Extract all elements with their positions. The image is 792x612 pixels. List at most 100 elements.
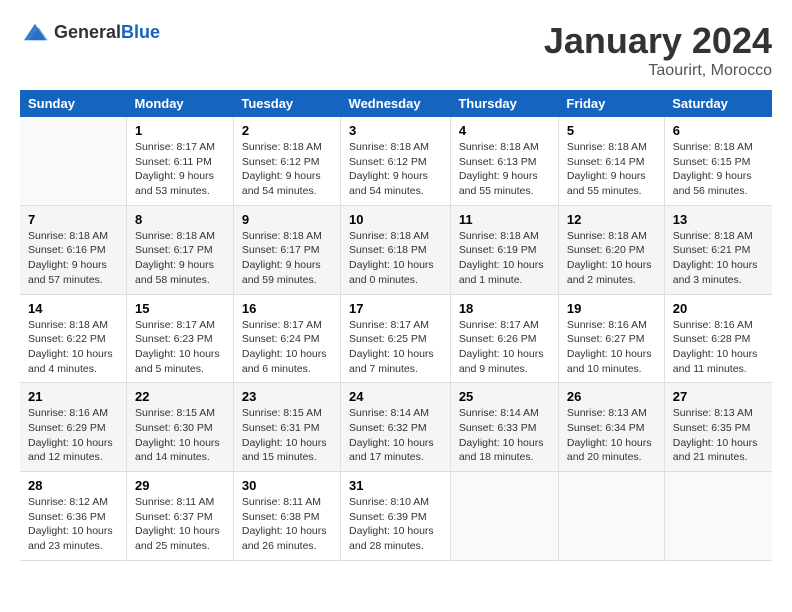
day-info: Sunrise: 8:10 AMSunset: 6:39 PMDaylight:…	[349, 495, 442, 554]
day-info: Sunrise: 8:17 AMSunset: 6:25 PMDaylight:…	[349, 318, 442, 377]
day-cell: 20 Sunrise: 8:16 AMSunset: 6:28 PMDayligh…	[664, 294, 772, 383]
day-number: 19	[567, 301, 656, 316]
day-number: 9	[242, 212, 332, 227]
day-cell: 24 Sunrise: 8:14 AMSunset: 6:32 PMDayligh…	[341, 383, 451, 472]
logo-text: GeneralBlue	[54, 22, 160, 43]
day-number: 7	[28, 212, 118, 227]
day-number: 20	[673, 301, 764, 316]
day-info: Sunrise: 8:14 AMSunset: 6:32 PMDaylight:…	[349, 406, 442, 465]
day-info: Sunrise: 8:11 AMSunset: 6:38 PMDaylight:…	[242, 495, 332, 554]
day-number: 1	[135, 123, 225, 138]
day-cell: 15 Sunrise: 8:17 AMSunset: 6:23 PMDayligh…	[127, 294, 234, 383]
day-info: Sunrise: 8:15 AMSunset: 6:30 PMDaylight:…	[135, 406, 225, 465]
day-number: 3	[349, 123, 442, 138]
column-header-sunday: Sunday	[20, 90, 127, 117]
page-header: GeneralBlue January 2024 Taourirt, Moroc…	[20, 20, 772, 80]
day-info: Sunrise: 8:17 AMSunset: 6:26 PMDaylight:…	[459, 318, 550, 377]
day-number: 16	[242, 301, 332, 316]
day-info: Sunrise: 8:18 AMSunset: 6:12 PMDaylight:…	[242, 140, 332, 199]
week-row-5: 28 Sunrise: 8:12 AMSunset: 6:36 PMDayligh…	[20, 472, 772, 561]
day-number: 5	[567, 123, 656, 138]
day-cell: 6Sunrise: 8:18 AMSunset: 6:15 PMDaylight…	[664, 117, 772, 205]
day-number: 11	[459, 212, 550, 227]
day-cell: 29Sunrise: 8:11 AMSunset: 6:37 PMDayligh…	[127, 472, 234, 561]
day-info: Sunrise: 8:18 AMSunset: 6:15 PMDaylight:…	[673, 140, 764, 199]
day-info: Sunrise: 8:11 AMSunset: 6:37 PMDaylight:…	[135, 495, 225, 554]
column-header-monday: Monday	[127, 90, 234, 117]
week-row-4: 21 Sunrise: 8:16 AMSunset: 6:29 PMDayligh…	[20, 383, 772, 472]
day-info: Sunrise: 8:18 AMSunset: 6:12 PMDaylight:…	[349, 140, 442, 199]
title-area: January 2024 Taourirt, Morocco	[544, 20, 772, 80]
day-info: Sunrise: 8:17 AMSunset: 6:23 PMDaylight:…	[135, 318, 225, 377]
day-number: 30	[242, 478, 332, 493]
day-number: 21	[28, 389, 118, 404]
day-number: 10	[349, 212, 442, 227]
day-number: 25	[459, 389, 550, 404]
day-cell: 14 Sunrise: 8:18 AMSunset: 6:22 PMDayligh…	[20, 294, 127, 383]
day-info: Sunrise: 8:18 AMSunset: 6:16 PMDaylight:…	[28, 229, 118, 288]
day-info: Sunrise: 8:18 AMSunset: 6:13 PMDaylight:…	[459, 140, 550, 199]
day-number: 4	[459, 123, 550, 138]
day-cell	[450, 472, 558, 561]
header-row: SundayMondayTuesdayWednesdayThursdayFrid…	[20, 90, 772, 117]
day-info: Sunrise: 8:18 AMSunset: 6:17 PMDaylight:…	[135, 229, 225, 288]
day-cell	[664, 472, 772, 561]
day-info: Sunrise: 8:18 AMSunset: 6:20 PMDaylight:…	[567, 229, 656, 288]
day-info: Sunrise: 8:15 AMSunset: 6:31 PMDaylight:…	[242, 406, 332, 465]
day-number: 12	[567, 212, 656, 227]
day-cell: 16 Sunrise: 8:17 AMSunset: 6:24 PMDayligh…	[233, 294, 340, 383]
day-cell: 2 Sunrise: 8:18 AMSunset: 6:12 PMDaylight…	[233, 117, 340, 205]
day-cell: 25Sunrise: 8:14 AMSunset: 6:33 PMDayligh…	[450, 383, 558, 472]
day-cell: 26 Sunrise: 8:13 AMSunset: 6:34 PMDayligh…	[558, 383, 664, 472]
day-info: Sunrise: 8:16 AMSunset: 6:28 PMDaylight:…	[673, 318, 764, 377]
day-cell: 27 Sunrise: 8:13 AMSunset: 6:35 PMDayligh…	[664, 383, 772, 472]
day-cell: 23 Sunrise: 8:15 AMSunset: 6:31 PMDayligh…	[233, 383, 340, 472]
day-info: Sunrise: 8:18 AMSunset: 6:18 PMDaylight:…	[349, 229, 442, 288]
week-row-3: 14 Sunrise: 8:18 AMSunset: 6:22 PMDayligh…	[20, 294, 772, 383]
day-info: Sunrise: 8:17 AMSunset: 6:24 PMDaylight:…	[242, 318, 332, 377]
column-header-friday: Friday	[558, 90, 664, 117]
day-number: 15	[135, 301, 225, 316]
column-header-wednesday: Wednesday	[341, 90, 451, 117]
day-info: Sunrise: 8:13 AMSunset: 6:35 PMDaylight:…	[673, 406, 764, 465]
day-number: 28	[28, 478, 118, 493]
day-number: 27	[673, 389, 764, 404]
column-header-thursday: Thursday	[450, 90, 558, 117]
day-cell: 28 Sunrise: 8:12 AMSunset: 6:36 PMDayligh…	[20, 472, 127, 561]
day-cell: 8 Sunrise: 8:18 AMSunset: 6:17 PMDaylight…	[127, 205, 234, 294]
day-info: Sunrise: 8:18 AMSunset: 6:14 PMDaylight:…	[567, 140, 656, 199]
day-cell: 4 Sunrise: 8:18 AMSunset: 6:13 PMDaylight…	[450, 117, 558, 205]
day-number: 22	[135, 389, 225, 404]
day-cell: 22 Sunrise: 8:15 AMSunset: 6:30 PMDayligh…	[127, 383, 234, 472]
day-number: 24	[349, 389, 442, 404]
week-row-2: 7 Sunrise: 8:18 AMSunset: 6:16 PMDaylight…	[20, 205, 772, 294]
day-cell: 5 Sunrise: 8:18 AMSunset: 6:14 PMDaylight…	[558, 117, 664, 205]
day-info: Sunrise: 8:16 AMSunset: 6:29 PMDaylight:…	[28, 406, 118, 465]
day-number: 23	[242, 389, 332, 404]
calendar-table: SundayMondayTuesdayWednesdayThursdayFrid…	[20, 90, 772, 561]
day-number: 18	[459, 301, 550, 316]
day-cell: 30 Sunrise: 8:11 AMSunset: 6:38 PMDayligh…	[233, 472, 340, 561]
day-cell: 1 Sunrise: 8:17 AMSunset: 6:11 PMDaylight…	[127, 117, 234, 205]
day-info: Sunrise: 8:17 AMSunset: 6:11 PMDaylight:…	[135, 140, 225, 199]
day-number: 2	[242, 123, 332, 138]
day-info: Sunrise: 8:12 AMSunset: 6:36 PMDaylight:…	[28, 495, 118, 554]
day-info: Sunrise: 8:13 AMSunset: 6:34 PMDaylight:…	[567, 406, 656, 465]
day-number: 8	[135, 212, 225, 227]
day-cell: 21 Sunrise: 8:16 AMSunset: 6:29 PMDayligh…	[20, 383, 127, 472]
day-cell: 3 Sunrise: 8:18 AMSunset: 6:12 PMDaylight…	[341, 117, 451, 205]
day-cell: 13Sunrise: 8:18 AMSunset: 6:21 PMDayligh…	[664, 205, 772, 294]
day-info: Sunrise: 8:16 AMSunset: 6:27 PMDaylight:…	[567, 318, 656, 377]
column-header-tuesday: Tuesday	[233, 90, 340, 117]
day-number: 26	[567, 389, 656, 404]
column-header-saturday: Saturday	[664, 90, 772, 117]
week-row-1: 1 Sunrise: 8:17 AMSunset: 6:11 PMDaylight…	[20, 117, 772, 205]
day-number: 14	[28, 301, 118, 316]
day-cell	[558, 472, 664, 561]
day-cell: 18 Sunrise: 8:17 AMSunset: 6:26 PMDayligh…	[450, 294, 558, 383]
month-title: January 2024	[544, 20, 772, 62]
day-info: Sunrise: 8:18 AMSunset: 6:22 PMDaylight:…	[28, 318, 118, 377]
day-info: Sunrise: 8:18 AMSunset: 6:17 PMDaylight:…	[242, 229, 332, 288]
day-cell: 10 Sunrise: 8:18 AMSunset: 6:18 PMDayligh…	[341, 205, 451, 294]
day-info: Sunrise: 8:18 AMSunset: 6:19 PMDaylight:…	[459, 229, 550, 288]
